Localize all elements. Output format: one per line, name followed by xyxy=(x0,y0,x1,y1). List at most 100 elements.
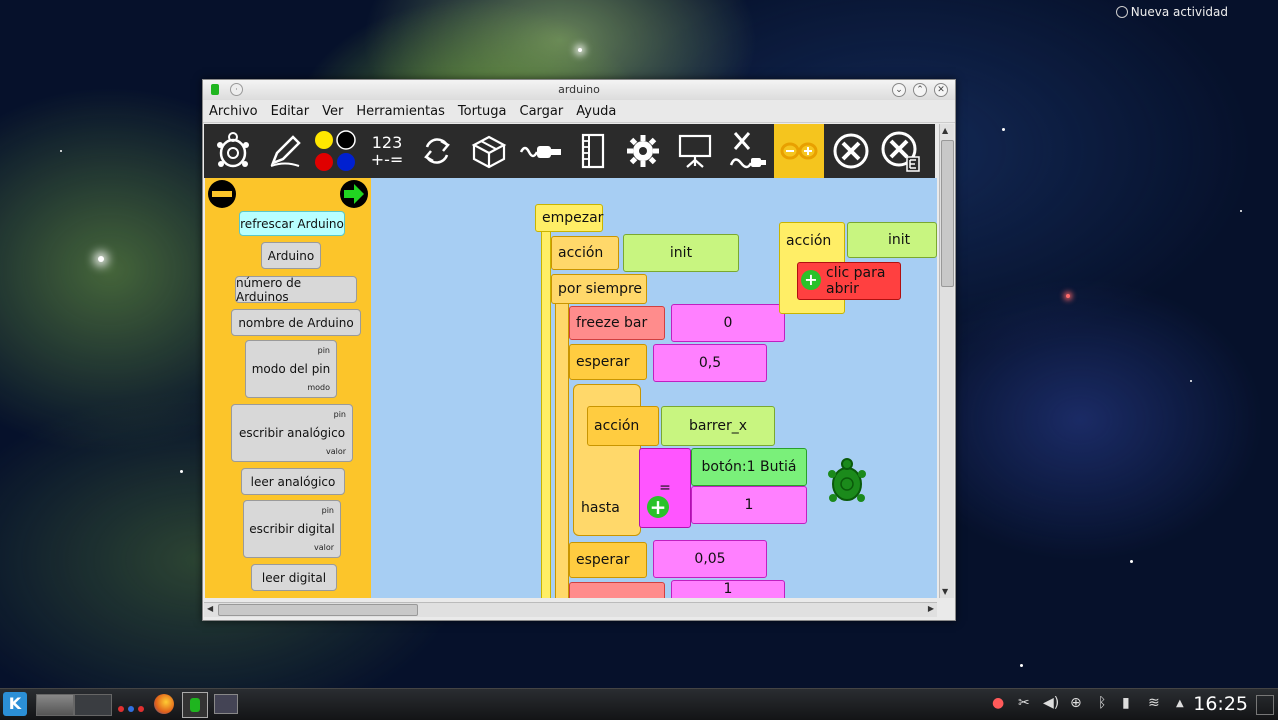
action-name-init[interactable]: init xyxy=(623,234,739,272)
refresh-arduino-block[interactable]: refrescar Arduino xyxy=(239,211,345,236)
freeze-bar-block[interactable]: freeze bar xyxy=(569,306,665,340)
wifi-icon[interactable]: ≋ xyxy=(1148,695,1160,711)
action-name-init-2[interactable]: init xyxy=(847,222,937,258)
hide-palette-button[interactable] xyxy=(208,180,236,208)
show-desktop-icon[interactable] xyxy=(1256,695,1274,715)
bluetooth-icon[interactable]: ᛒ xyxy=(1098,695,1106,711)
turtle-sprite-icon[interactable] xyxy=(825,456,869,508)
colors-icon xyxy=(315,130,356,171)
menu-ver[interactable]: Ver xyxy=(322,104,343,119)
star xyxy=(1130,560,1133,563)
stop-button[interactable] xyxy=(826,124,876,178)
stop-erase-button[interactable] xyxy=(876,124,926,178)
gear-icon xyxy=(627,135,659,167)
star xyxy=(1020,664,1023,667)
digital-write-block[interactable]: escribir digital pin valor xyxy=(243,500,341,558)
wait-block[interactable]: esperar xyxy=(569,344,647,380)
notification-label[interactable]: Nueva actividad xyxy=(1131,5,1228,19)
horizontal-scroll-thumb[interactable] xyxy=(218,604,418,616)
media-palette-button[interactable] xyxy=(568,124,618,178)
analog-write-block[interactable]: escribir analógico pin valor xyxy=(231,404,353,462)
firefox-icon[interactable] xyxy=(154,694,174,714)
minus-icon xyxy=(212,191,232,197)
kde-menu-icon[interactable]: K xyxy=(3,692,27,716)
pin-mode-pin-tag: pin xyxy=(317,346,330,355)
ghost-icon[interactable]: ● xyxy=(992,695,1004,711)
palette-toolbar: 123 +-= xyxy=(204,124,935,178)
menu-tortuga[interactable]: Tortuga xyxy=(458,104,507,119)
action-sweep-block[interactable]: acción xyxy=(587,406,659,446)
freeze-bar-block-2[interactable] xyxy=(569,582,665,598)
close-button[interactable]: ✕ xyxy=(934,83,948,97)
sensors-palette-button[interactable] xyxy=(516,124,566,178)
digital-write-value-tag: valor xyxy=(313,543,334,552)
arduino-name-block[interactable]: nombre de Arduino xyxy=(231,309,361,336)
star xyxy=(180,470,183,473)
arduino-palette: refrescar Arduino Arduino número de Ardu… xyxy=(205,178,371,598)
start-block-arm xyxy=(541,232,551,598)
click-to-open-plus-icon[interactable]: + xyxy=(801,270,821,290)
arduino-count-block[interactable]: número de Arduinos xyxy=(235,276,357,304)
filmstrip-icon xyxy=(581,133,605,169)
expand-plus-icon[interactable]: + xyxy=(647,496,669,518)
notification-icon[interactable] xyxy=(1116,6,1128,18)
scroll-up-icon[interactable]: ▲ xyxy=(942,126,948,135)
vertical-scrollbar[interactable]: ▲ ▼ xyxy=(939,124,954,598)
pen-palette-button[interactable] xyxy=(260,124,310,178)
arduino-palette-button[interactable] xyxy=(774,124,824,178)
menu-editar[interactable]: Editar xyxy=(271,104,310,119)
scroll-left-icon[interactable]: ◀ xyxy=(207,604,213,613)
next-palette-button[interactable] xyxy=(340,180,368,208)
forever-block[interactable]: por siempre xyxy=(551,274,647,304)
tray-expand-icon[interactable]: ▲ xyxy=(1176,698,1184,709)
vertical-scroll-thumb[interactable] xyxy=(941,140,954,287)
analog-read-block[interactable]: leer analógico xyxy=(241,468,345,495)
flow-palette-button[interactable] xyxy=(412,124,462,178)
menu-cargar[interactable]: Cargar xyxy=(520,104,564,119)
wait-value-2[interactable]: 0,05 xyxy=(653,540,767,578)
menu-bar: Archivo Editar Ver Herramientas Tortuga … xyxy=(203,100,955,123)
colors-palette-button[interactable] xyxy=(310,124,360,178)
wait-value[interactable]: 0,5 xyxy=(653,344,767,382)
bottom-value[interactable]: 1 xyxy=(671,580,785,598)
scroll-down-icon[interactable]: ▼ xyxy=(942,587,948,596)
battery-icon[interactable]: ▮ xyxy=(1122,695,1130,711)
arduino-block[interactable]: Arduino xyxy=(261,242,321,269)
menu-ayuda[interactable]: Ayuda xyxy=(576,104,616,119)
freeze-bar-value[interactable]: 0 xyxy=(671,304,785,342)
action-block[interactable]: acción xyxy=(551,236,619,270)
horizontal-scrollbar[interactable]: ◀ ▶ xyxy=(204,602,937,617)
taskbar: K ● ✂ ◀) ⊕ ᛒ ▮ ≋ ▲ 16:25 xyxy=(0,688,1278,720)
flow-icon xyxy=(424,138,450,164)
star xyxy=(1066,294,1070,298)
title-bar[interactable]: · arduino ⌄ ⌃ ✕ xyxy=(203,80,955,100)
digital-read-block[interactable]: leer digital xyxy=(251,564,337,591)
maximize-button[interactable]: ⌃ xyxy=(913,83,927,97)
wait-block-2[interactable]: esperar xyxy=(569,542,647,578)
start-block[interactable]: empezar xyxy=(535,204,603,232)
numbers-palette-button[interactable]: 123 +-= xyxy=(362,124,412,178)
clock[interactable]: 16:25 xyxy=(1193,693,1248,715)
action-name-sweep[interactable]: barrer_x xyxy=(661,406,775,446)
boxes-palette-button[interactable] xyxy=(464,124,514,178)
menu-archivo[interactable]: Archivo xyxy=(209,104,258,119)
extras-palette-button[interactable] xyxy=(618,124,668,178)
turtle-palette-button[interactable] xyxy=(208,124,258,178)
terminal-task-icon[interactable] xyxy=(214,694,238,714)
butia-button-sensor[interactable]: botón:1 Butiá xyxy=(691,448,807,486)
turtleblocks-task-icon[interactable] xyxy=(182,692,208,718)
volume-icon[interactable]: ◀) xyxy=(1043,695,1059,711)
activities-icon[interactable] xyxy=(118,701,145,716)
scissors-icon[interactable]: ✂ xyxy=(1018,695,1030,711)
workspace-1[interactable] xyxy=(36,694,74,716)
network-icon[interactable]: ⊕ xyxy=(1070,695,1082,711)
projector-palette-button[interactable] xyxy=(670,124,720,178)
minimize-button[interactable]: ⌄ xyxy=(892,83,906,97)
workspace-2[interactable] xyxy=(74,694,112,716)
block-canvas[interactable]: empezar acción init por siempre freeze b… xyxy=(371,178,937,598)
scroll-right-icon[interactable]: ▶ xyxy=(928,604,934,613)
butia-palette-button[interactable] xyxy=(722,124,772,178)
menu-herramientas[interactable]: Herramientas xyxy=(356,104,445,119)
compare-value[interactable]: 1 xyxy=(691,486,807,524)
pin-mode-block[interactable]: modo del pin pin modo xyxy=(245,340,337,398)
